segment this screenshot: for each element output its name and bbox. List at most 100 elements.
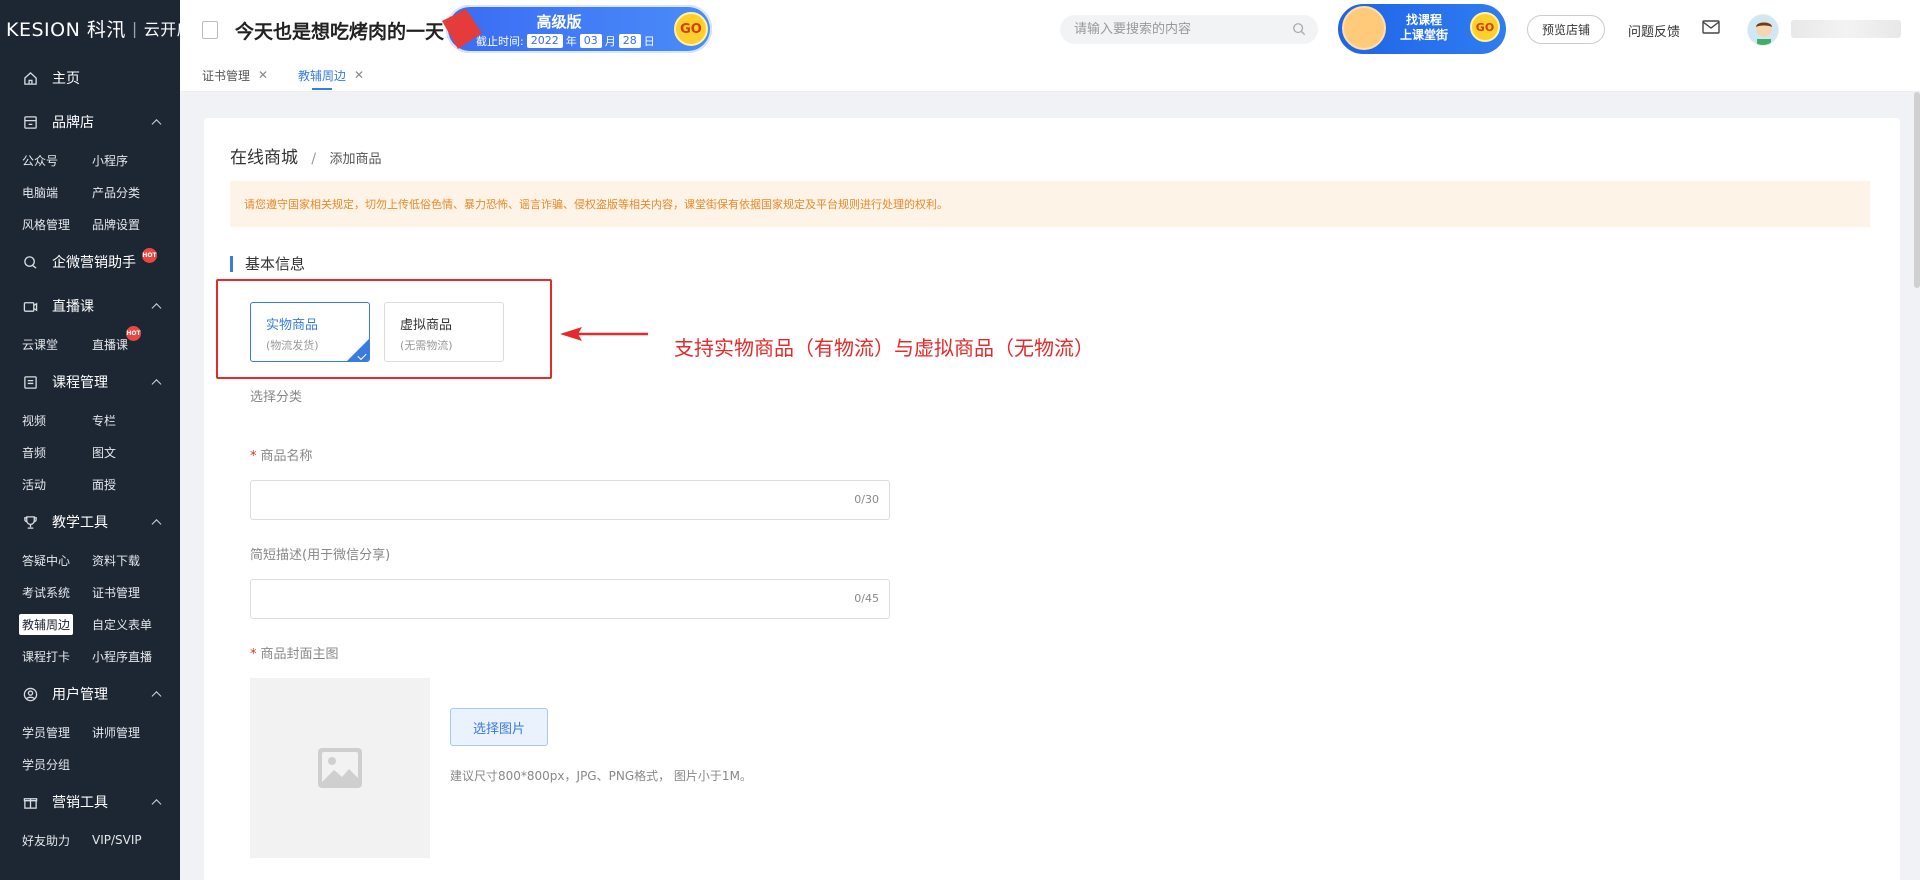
preview-store-button[interactable]: 预览店铺 [1527, 15, 1605, 44]
find-course-go-button[interactable]: GO [1470, 12, 1500, 42]
short-desc-input[interactable] [251, 580, 811, 618]
user-icon [22, 686, 38, 702]
close-icon[interactable]: ✕ [258, 68, 268, 82]
sidebar-section-2[interactable]: 直播课 [0, 284, 180, 328]
chevron-up-icon[interactable] [151, 519, 162, 530]
section-title: 基本信息 [230, 256, 305, 272]
sidebar-subitems: 学员管理 讲师管理 学员分组 [0, 716, 180, 780]
sidebar-item[interactable]: 公众号 [22, 144, 92, 176]
arrow-left-icon [560, 327, 648, 341]
sidebar-item-home[interactable]: 主页 [0, 56, 180, 100]
avatar[interactable] [1747, 14, 1779, 46]
chat-icon [22, 254, 38, 270]
sidebar-item[interactable]: 直播课 HOT [92, 326, 182, 360]
breadcrumb: 在线商城 / 添加商品 [230, 148, 382, 168]
image-hint: 建议尺寸800*800px，JPG、PNG格式， 图片小于1M。 [450, 769, 752, 783]
sidebar-item[interactable]: 活动 [22, 468, 92, 500]
main-card: 在线商城 / 添加商品 请您遵守国家相关规定，切勿上传低俗色情、暴力恐怖、谣言诈… [204, 118, 1900, 880]
scrollbar[interactable] [1914, 92, 1920, 288]
sidebar-item[interactable]: VIP/SVIP [92, 824, 182, 856]
hot-badge: HOT [126, 326, 141, 341]
sidebar-section-1[interactable]: 企微营销助手 HOT [0, 240, 180, 284]
search-icon[interactable] [1292, 22, 1306, 36]
sidebar-section-0[interactable]: 品牌店 [0, 100, 180, 144]
tab-certificate[interactable]: 证书管理 ✕ [202, 58, 268, 92]
product-type-physical[interactable]: 实物商品 (物流发货) [250, 302, 370, 362]
desc-label: 简短描述(用于微信分享) [250, 548, 391, 563]
product-type-virtual[interactable]: 虚拟商品 (无需物流) [384, 302, 504, 362]
live-icon [22, 298, 38, 314]
sidebar-item[interactable]: 产品分类 [92, 176, 182, 208]
sidebar-item[interactable]: 答疑中心 [22, 544, 92, 576]
cover-image-placeholder[interactable] [250, 678, 430, 858]
sidebar-item[interactable]: 学员分组 [22, 748, 92, 780]
gift-icon [22, 794, 38, 810]
notice-banner: 请您遵守国家相关规定，切勿上传低俗色情、暴力恐怖、谣言诈骗、侵权盗版等相关内容，… [230, 181, 1870, 227]
pro-go-button[interactable]: GO [674, 12, 708, 46]
product-name-input[interactable] [251, 481, 811, 519]
sidebar-item[interactable]: 学员管理 [22, 716, 92, 748]
search-input[interactable] [1060, 15, 1270, 44]
mail-icon[interactable] [1702, 20, 1720, 34]
close-icon[interactable]: ✕ [354, 68, 364, 82]
sidebar-item[interactable]: 专栏 [92, 404, 182, 436]
sidebar: KESION 科汛 | 云开店 主页 品牌店 公众号 小程序 电脑端 产品分类 风格管理品… [0, 0, 193, 880]
sidebar-item[interactable]: 品牌设置 [92, 208, 182, 240]
sidebar-item[interactable]: 教辅周边 [19, 608, 92, 640]
choose-image-button[interactable]: 选择图片 [450, 708, 548, 746]
sidebar-item[interactable]: 云课堂 [22, 328, 92, 360]
sidebar-item[interactable]: 自定义表单 [92, 608, 182, 640]
chevron-up-icon[interactable] [151, 303, 162, 314]
find-course-banner[interactable]: 找课程 上课堂街 GO [1338, 4, 1506, 54]
char-counter: 0/45 [854, 592, 879, 605]
sidebar-item[interactable]: 好友助力 [22, 824, 92, 856]
pro-version-banner[interactable]: 高级版 截止时间: 2022 年 03 月 28 日 GO [442, 5, 712, 53]
feedback-link[interactable]: 问题反馈 [1628, 21, 1680, 40]
annotation-text: 支持实物商品（有物流）与虚拟商品（无物流） [674, 336, 1094, 360]
sidebar-section-6[interactable]: 营销工具 [0, 780, 180, 824]
sidebar-item[interactable]: 课程打卡 [22, 640, 92, 672]
logo-brand: KESION 科汛 [6, 18, 126, 41]
name-label: * 商品名称 [250, 449, 313, 464]
sidebar-item[interactable]: 面授 [92, 468, 182, 500]
chevron-up-icon[interactable] [151, 691, 162, 702]
sidebar-section-3[interactable]: 课程管理 [0, 360, 180, 404]
tab-bar: 证书管理 ✕ 教辅周边 ✕ [180, 58, 1920, 92]
sidebar-item[interactable]: 图文 [92, 436, 182, 468]
search-box [1060, 15, 1318, 44]
sidebar-item[interactable]: 讲师管理 [92, 716, 182, 748]
sidebar-item[interactable]: 小程序 [92, 144, 182, 176]
course-icon [22, 374, 38, 390]
sidebar-subitems: 公众号 小程序 电脑端 产品分类 风格管理 品牌设置 [0, 144, 180, 240]
desc-field: 0/45 [250, 579, 890, 619]
sidebar-item[interactable]: 视频 [22, 404, 92, 436]
sidebar-item[interactable]: 证书管理 [92, 576, 182, 608]
breadcrumb-root[interactable]: 在线商城 [230, 148, 298, 168]
store-title: 今天也是想吃烤肉的一天 [235, 21, 445, 43]
sidebar-subitems: 好友助力 VIP/SVIP [0, 824, 180, 856]
sidebar-item[interactable]: 小程序直播 [92, 640, 182, 672]
store-icon [202, 21, 218, 39]
store-icon [22, 114, 38, 130]
sidebar-item[interactable]: 音频 [22, 436, 92, 468]
sidebar-subitems: 答疑中心 资料下载 考试系统 证书管理 教辅周边 自定义表单 课程打卡 小程序直播 [0, 544, 180, 672]
cover-label: * 商品封面主图 [250, 647, 339, 662]
category-label[interactable]: 选择分类 [250, 386, 302, 405]
girl-illustration-icon [1342, 6, 1386, 50]
logo: KESION 科汛 | 云开店 [0, 0, 193, 56]
image-icon [318, 748, 362, 788]
sidebar-subitems: 云课堂 直播课 HOT [0, 326, 182, 360]
sidebar-item[interactable]: 考试系统 [22, 576, 92, 608]
sidebar-section-4[interactable]: 教学工具 [0, 500, 180, 544]
hot-badge: HOT [142, 248, 157, 263]
chevron-up-icon[interactable] [151, 799, 162, 810]
sidebar-section-5[interactable]: 用户管理 [0, 672, 180, 716]
sidebar-item[interactable]: 风格管理 [22, 208, 92, 240]
sidebar-item[interactable]: 资料下载 [92, 544, 182, 576]
sidebar-item[interactable]: 电脑端 [22, 176, 92, 208]
chevron-up-icon[interactable] [151, 379, 162, 390]
tab-teaching-aids[interactable]: 教辅周边 ✕ [298, 58, 364, 92]
name-field: 0/30 [250, 480, 890, 520]
user-name-blurred [1791, 20, 1901, 38]
chevron-up-icon[interactable] [151, 119, 162, 130]
